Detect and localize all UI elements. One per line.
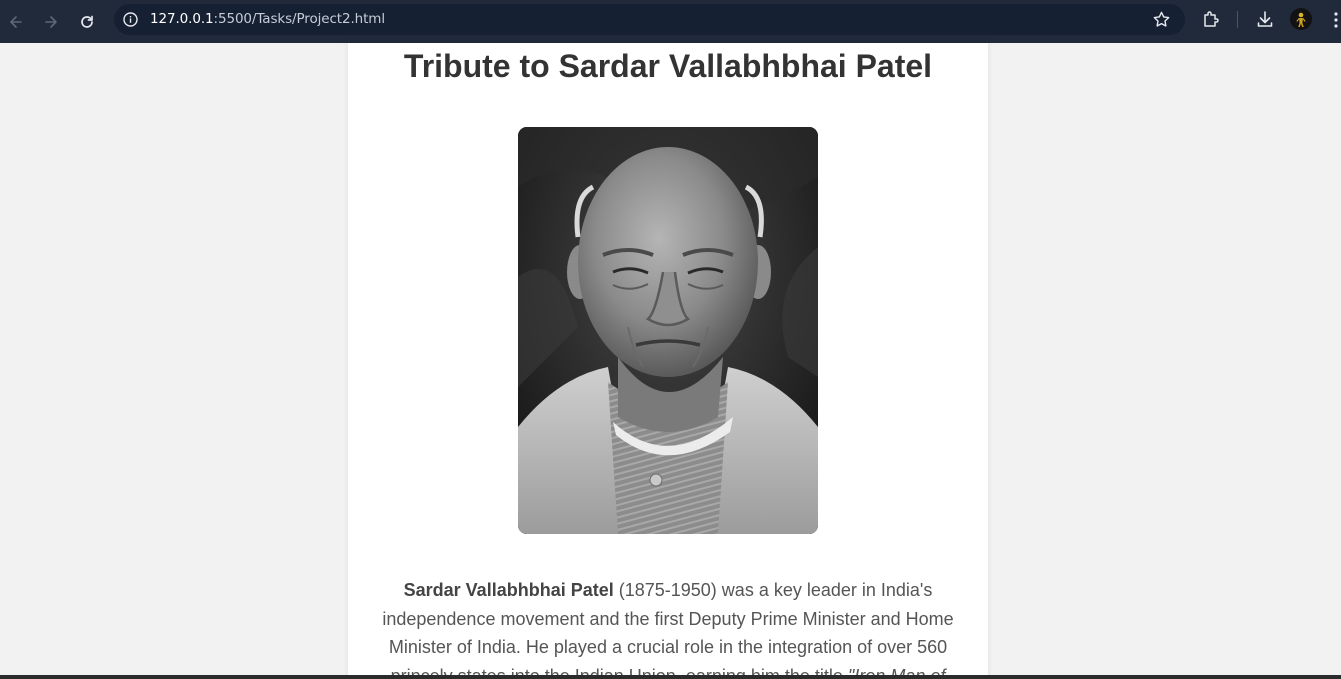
- bio-name: Sardar Vallabhbhai Patel: [403, 580, 614, 600]
- page-title: Tribute to Sardar Vallabhbhai Patel: [403, 48, 933, 84]
- back-button[interactable]: [2, 8, 30, 36]
- extensions-icon[interactable]: [1201, 9, 1221, 29]
- url-host: 127.0.0.1: [150, 11, 214, 27]
- reload-icon: [81, 15, 93, 28]
- forward-button[interactable]: [37, 8, 65, 36]
- more-menu-icon[interactable]: [1333, 11, 1339, 29]
- browser-toolbar: 127.0.0.1:5500/Tasks/Project2.html: [0, 0, 1341, 43]
- reload-button[interactable]: [73, 8, 101, 36]
- url-text[interactable]: 127.0.0.1:5500/Tasks/Project2.html: [150, 11, 385, 27]
- bookmark-star-icon[interactable]: [1152, 10, 1171, 29]
- taskbar-edge: [0, 675, 1341, 679]
- portrait-image: [518, 127, 818, 534]
- forward-arrow-icon: [45, 16, 57, 28]
- profile-avatar-icon[interactable]: [1290, 8, 1312, 30]
- back-arrow-icon: [10, 16, 22, 28]
- site-info-icon[interactable]: [122, 11, 139, 28]
- url-path: :5500/Tasks/Project2.html: [213, 11, 386, 27]
- bio-paragraph: Sardar Vallabhbhai Patel (1875-1950) was…: [378, 576, 958, 679]
- toolbar-divider: [1237, 11, 1238, 28]
- download-icon[interactable]: [1255, 9, 1275, 29]
- address-bar[interactable]: 127.0.0.1:5500/Tasks/Project2.html: [114, 4, 1185, 35]
- tribute-card: Tribute to Sardar Vallabhbhai Patel Sard…: [348, 43, 988, 679]
